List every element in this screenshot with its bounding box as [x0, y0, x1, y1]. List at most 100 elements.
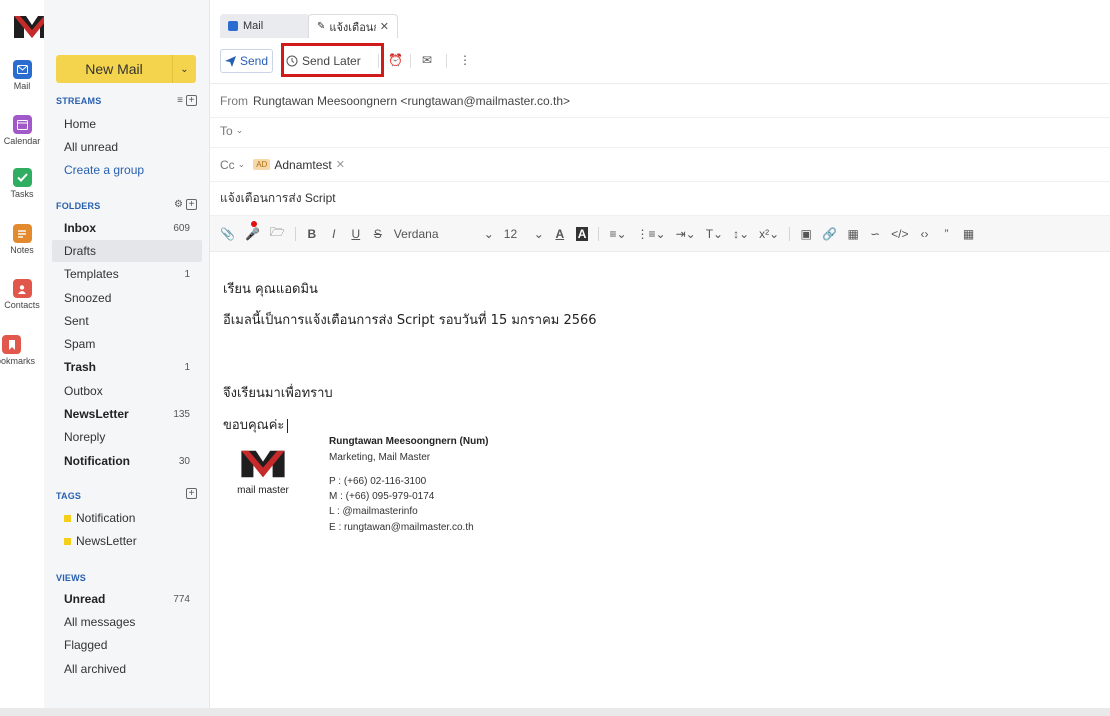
text-color-icon[interactable]: A [554, 227, 566, 241]
close-tab-icon[interactable]: ✕ [380, 20, 389, 33]
subject-field[interactable]: แจ้งเตือนการส่ง Script [210, 182, 1110, 216]
alarm-icon[interactable]: ⏰ [388, 53, 403, 67]
from-value[interactable]: Rungtawan Meesoongnern <rungtawan@mailma… [253, 94, 570, 108]
font-size-select[interactable]: 12 ⌄ [504, 227, 544, 241]
toolbar-divider [598, 226, 600, 241]
folder-outbox[interactable]: Outbox [52, 380, 202, 402]
folder-noreply[interactable]: Noreply [52, 426, 202, 448]
chevron-down-icon[interactable]: ⌄ [236, 125, 244, 136]
folder-notification[interactable]: Notification 30 [52, 450, 202, 472]
rail-notes[interactable]: Notes [0, 224, 44, 255]
streams-tools: ≡ + [177, 95, 197, 106]
table-icon[interactable]: ▦ [963, 227, 975, 241]
chevron-down-icon[interactable]: ⌄ [172, 55, 196, 83]
filter-icon[interactable]: ≡ [177, 95, 183, 106]
folder-count: 1 [184, 268, 190, 280]
rail-tasks[interactable]: Tasks [0, 168, 44, 199]
link-icon[interactable]: 🔗 [822, 227, 837, 241]
code-icon[interactable]: </> [891, 227, 908, 241]
align-icon[interactable]: ≡⌄ [609, 227, 626, 241]
contacts-icon [12, 279, 32, 298]
remove-recipient-icon[interactable]: ✕ [336, 158, 345, 171]
subject-value[interactable]: แจ้งเตือนการส่ง Script [220, 189, 336, 208]
folder-templates[interactable]: Templates 1 [52, 263, 202, 285]
signature-title: Marketing, Mail Master [329, 452, 431, 463]
stream-item-home[interactable]: Home [52, 113, 202, 135]
folders-title: FOLDERS [56, 201, 101, 211]
add-stream-icon[interactable]: + [186, 95, 197, 106]
underline-icon[interactable]: U [350, 227, 362, 241]
toolbar-divider [789, 226, 791, 241]
quote-icon[interactable]: ” [941, 227, 953, 241]
folder-attach-icon[interactable]: 🗁 [270, 223, 285, 244]
add-tag-icon[interactable]: + [186, 488, 197, 499]
signature-phone: P : (+66) 02-116-3100 [329, 476, 427, 487]
bullet-list-icon[interactable]: ⋮≡⌄ [637, 227, 666, 241]
notes-icon [12, 224, 32, 243]
rail-contacts[interactable]: Contacts [0, 279, 44, 310]
attach-icon[interactable]: 📎 [220, 227, 235, 241]
mail-icon [228, 21, 238, 31]
message-body-editor[interactable]: เรียน คุณแอดมิน อีเมลนี้เป็นการแจ้งเตือน… [210, 252, 1110, 708]
tags-title: TAGS [56, 491, 82, 501]
rail-mail[interactable]: Mail [0, 60, 44, 91]
folders-tools: ⚙ + [174, 199, 197, 210]
line-height-icon[interactable]: ↕⌄ [733, 227, 749, 241]
image-icon[interactable]: ▣ [800, 227, 812, 241]
folder-count: 1 [184, 361, 190, 373]
folder-inbox[interactable]: Inbox 609 [52, 217, 202, 239]
bold-icon[interactable]: B [306, 227, 318, 241]
folder-sent[interactable]: Sent [52, 310, 202, 332]
font-family-select[interactable]: Verdana ⌄ [394, 227, 494, 241]
tab-compose[interactable]: ✎ แจ้งเตือนก ✕ [308, 14, 398, 38]
gear-icon[interactable]: ⚙ [174, 199, 183, 210]
tag-color-dot [64, 514, 71, 522]
add-folder-icon[interactable]: + [186, 199, 197, 210]
clear-format-icon[interactable]: T⌄ [706, 227, 723, 241]
tag-newsletter[interactable]: NewsLetter [52, 530, 202, 552]
folder-newsletter[interactable]: NewsLetter 135 [52, 403, 202, 425]
signature-icon[interactable]: ∽ [869, 227, 881, 241]
new-mail-button[interactable]: New Mail ⌄ [56, 55, 196, 83]
view-flagged[interactable]: Flagged [52, 634, 202, 656]
window-bottom-bar [0, 708, 1110, 716]
rail-bookmarks[interactable]: Bookmarks [0, 335, 35, 366]
template-icon[interactable]: ▦ [847, 227, 859, 241]
italic-icon[interactable]: I [328, 227, 340, 241]
create-group-link[interactable]: Create a group [52, 159, 202, 181]
rail-calendar[interactable]: Calendar [0, 115, 44, 146]
send-later-button[interactable]: Send Later [286, 49, 361, 73]
folder-drafts[interactable]: Drafts [52, 240, 202, 262]
folder-spam[interactable]: Spam [52, 333, 202, 355]
avatar: AD [253, 159, 271, 170]
folder-trash[interactable]: Trash 1 [52, 356, 202, 378]
send-button[interactable]: Send [220, 49, 273, 73]
view-all-archived[interactable]: All archived [52, 658, 202, 680]
toolbar-divider [410, 54, 411, 68]
folder-count: 30 [178, 455, 190, 467]
tasks-icon [12, 168, 32, 187]
source-icon[interactable]: ‹› [919, 227, 931, 241]
to-row[interactable]: To ⌄ [210, 114, 1110, 148]
tab-mail[interactable]: Mail [220, 14, 310, 38]
view-unread[interactable]: Unread 774 [52, 588, 202, 610]
stream-item-all-unread[interactable]: All unread [52, 136, 202, 158]
indent-icon[interactable]: ⇥⌄ [676, 227, 696, 241]
more-options-icon[interactable]: ⋮ [459, 53, 471, 67]
folder-snoozed[interactable]: Snoozed [52, 287, 202, 309]
body-closing: จึงเรียนมาเพื่อทราบ [223, 386, 333, 401]
highlight-color-icon[interactable]: A [575, 226, 589, 241]
superscript-icon[interactable]: x²⌄ [759, 227, 779, 241]
calendar-icon [12, 115, 32, 134]
envelope-option-icon[interactable]: ✉ [422, 53, 432, 67]
voice-record-icon[interactable]: 🎤 [245, 220, 260, 241]
strikethrough-icon[interactable]: S [372, 227, 384, 241]
chevron-down-icon[interactable]: ⌄ [238, 159, 246, 170]
new-mail-label[interactable]: New Mail [56, 55, 172, 83]
signature-email[interactable]: E : rungtawan@mailmaster.co.th [329, 522, 474, 533]
cc-recipient-chip[interactable]: AD Adnamtest ✕ [253, 158, 345, 172]
view-all-messages[interactable]: All messages [52, 611, 202, 633]
tag-notification[interactable]: Notification [52, 507, 202, 529]
toolbar-divider [378, 54, 379, 68]
cc-row[interactable]: Cc ⌄ AD Adnamtest ✕ [210, 148, 1110, 182]
